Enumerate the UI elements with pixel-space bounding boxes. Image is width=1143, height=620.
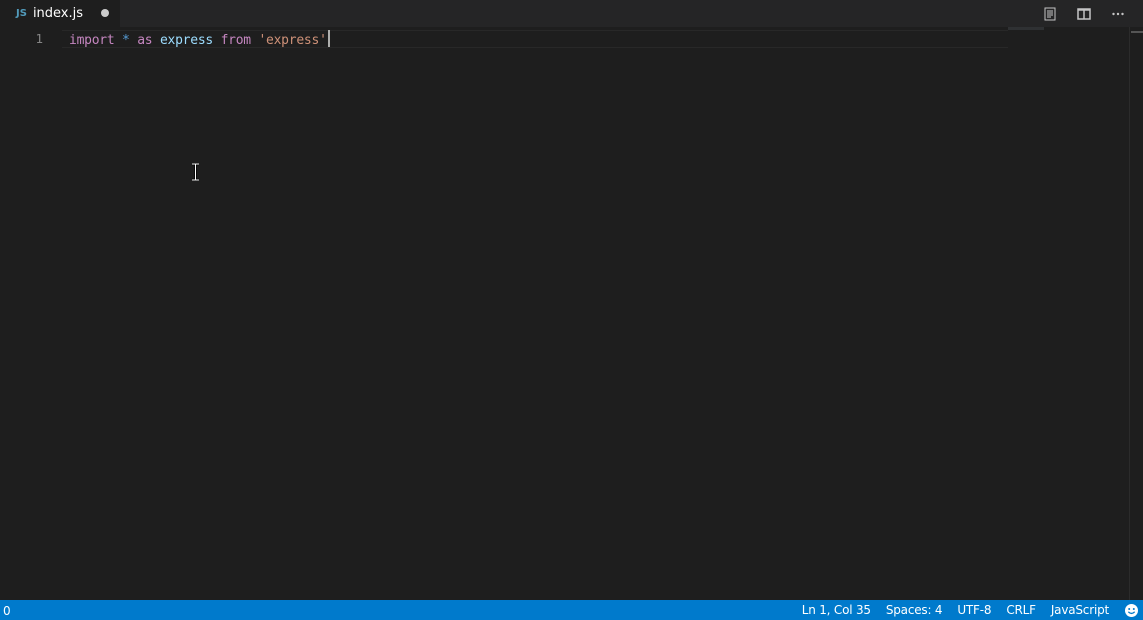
tab-label: index.js bbox=[32, 6, 84, 21]
keyword-import: import bbox=[69, 33, 115, 48]
string-literal: 'express' bbox=[258, 33, 327, 48]
split-editor-icon bbox=[1077, 7, 1091, 20]
ibeam-cursor-icon bbox=[192, 163, 199, 181]
status-indentation[interactable]: Spaces: 4 bbox=[886, 599, 943, 620]
unsaved-changes-icon[interactable] bbox=[101, 9, 109, 17]
status-encoding[interactable]: UTF-8 bbox=[957, 599, 991, 620]
split-editor-button[interactable] bbox=[1067, 0, 1101, 27]
line-number: 1 bbox=[35, 31, 43, 46]
status-eol[interactable]: CRLF bbox=[1006, 599, 1036, 620]
status-right-items: Ln 1, Col 35 Spaces: 4 UTF-8 CRLF JavaSc… bbox=[787, 600, 1139, 620]
vscode-window: JS index.js 1 import * as express from '… bbox=[0, 0, 1143, 620]
code-line[interactable]: import * as express from 'express' bbox=[69, 30, 330, 48]
status-bar: 0 Ln 1, Col 35 Spaces: 4 UTF-8 CRLF Java… bbox=[0, 600, 1143, 620]
code-editor[interactable]: 1 import * as express from 'express' bbox=[0, 27, 1143, 600]
status-language-mode[interactable]: JavaScript bbox=[1051, 599, 1109, 620]
tab-index-js[interactable]: JS index.js bbox=[0, 0, 120, 27]
more-actions-icon bbox=[1112, 12, 1124, 15]
feedback-smiley-icon[interactable] bbox=[1123, 602, 1139, 618]
minimap[interactable] bbox=[1008, 27, 1044, 30]
namespace-star: * bbox=[122, 33, 130, 48]
open-preview-button[interactable] bbox=[1033, 0, 1067, 27]
text-caret bbox=[327, 30, 330, 47]
vertical-scrollbar[interactable] bbox=[1129, 27, 1143, 600]
editor-tab-bar: JS index.js bbox=[0, 0, 1143, 27]
editor-actions bbox=[1033, 0, 1135, 27]
js-file-icon: JS bbox=[16, 8, 27, 19]
keyword-as: as bbox=[137, 33, 153, 48]
more-actions-button[interactable] bbox=[1101, 0, 1135, 27]
open-preview-icon bbox=[1044, 7, 1056, 20]
status-cursor-position[interactable]: Ln 1, Col 35 bbox=[802, 599, 871, 620]
status-problems[interactable]: 0 bbox=[3, 600, 11, 620]
keyword-from: from bbox=[220, 33, 252, 48]
identifier-express: express bbox=[159, 33, 213, 48]
overview-ruler-cursor bbox=[1131, 31, 1143, 33]
